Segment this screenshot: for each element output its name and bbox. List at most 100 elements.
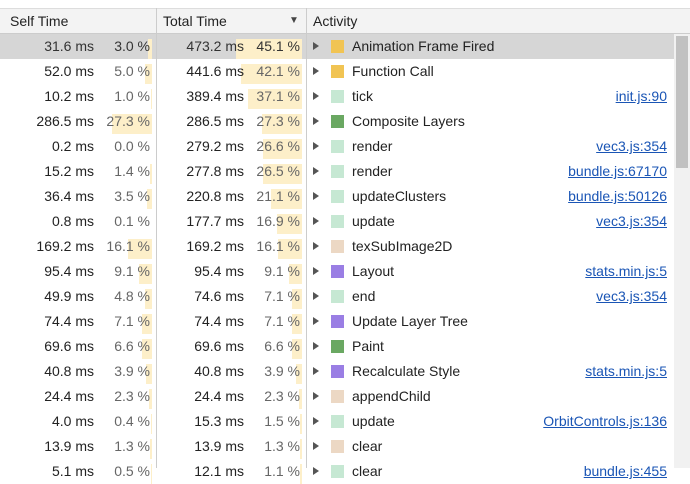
- self-time-value: 4.0 ms: [51, 413, 94, 429]
- activity-name: render: [352, 163, 393, 179]
- source-link[interactable]: OrbitControls.js:136: [543, 409, 667, 434]
- activity-name: Function Call: [352, 63, 434, 79]
- total-time-value: 220.8 ms: [186, 188, 244, 204]
- column-divider-self-total[interactable]: [156, 8, 157, 468]
- self-time-percent: 16.1 %: [106, 238, 150, 254]
- self-time-value: 74.4 ms: [44, 313, 94, 329]
- table-row[interactable]: 0.8 ms 0.1 % 177.7 ms 16.9 % update vec3.js:3…: [0, 209, 690, 234]
- activity-name: updateClusters: [352, 188, 447, 204]
- activity-name: clear: [352, 463, 383, 479]
- expand-arrow-icon[interactable]: [313, 117, 319, 125]
- table-row[interactable]: 10.2 ms 1.0 % 389.4 ms 37.1 % tick init.js:90: [0, 84, 690, 109]
- activity-name: render: [352, 138, 393, 154]
- self-time-value: 5.1 ms: [51, 463, 94, 479]
- total-time-value: 24.4 ms: [194, 388, 244, 404]
- source-link[interactable]: stats.min.js:5: [585, 359, 667, 384]
- table-row[interactable]: 36.4 ms 3.5 % 220.8 ms 21.1 % updateClusters…: [0, 184, 690, 209]
- expand-arrow-icon[interactable]: [313, 317, 319, 325]
- self-time-percent: 0.0 %: [114, 138, 150, 154]
- activity-name: Paint: [352, 338, 384, 354]
- category-color-swatch: [331, 390, 344, 403]
- expand-arrow-icon[interactable]: [313, 392, 319, 400]
- total-time-percent: 16.9 %: [256, 213, 300, 229]
- sort-descending-icon[interactable]: ▼: [289, 9, 299, 33]
- self-time-bar: [150, 164, 152, 184]
- expand-arrow-icon[interactable]: [313, 192, 319, 200]
- total-time-percent: 6.6 %: [264, 338, 300, 354]
- expand-arrow-icon[interactable]: [313, 42, 319, 50]
- table-row[interactable]: 13.9 ms 1.3 % 13.9 ms 1.3 % clear: [0, 434, 690, 459]
- expand-arrow-icon[interactable]: [313, 467, 319, 475]
- category-color-swatch: [331, 415, 344, 428]
- self-time-percent: 1.0 %: [114, 88, 150, 104]
- table-row[interactable]: 52.0 ms 5.0 % 441.6 ms 42.1 % Function Call: [0, 59, 690, 84]
- table-row[interactable]: 31.6 ms 3.0 % 473.2 ms 45.1 % Animation Fram…: [0, 34, 690, 59]
- self-time-column-header[interactable]: Self Time: [10, 9, 68, 33]
- expand-arrow-icon[interactable]: [313, 367, 319, 375]
- source-link[interactable]: vec3.js:354: [596, 209, 667, 234]
- panel-top-strip: [0, 0, 690, 8]
- source-link[interactable]: bundle.js:455: [584, 459, 667, 484]
- expand-arrow-icon[interactable]: [313, 242, 319, 250]
- expand-arrow-icon[interactable]: [313, 267, 319, 275]
- total-time-bar: [300, 414, 302, 434]
- self-time-percent: 9.1 %: [114, 263, 150, 279]
- activity-name: end: [352, 288, 376, 304]
- activity-name: Animation Frame Fired: [352, 38, 495, 54]
- expand-arrow-icon[interactable]: [313, 292, 319, 300]
- table-row[interactable]: 69.6 ms 6.6 % 69.6 ms 6.6 % Paint: [0, 334, 690, 359]
- expand-arrow-icon[interactable]: [313, 442, 319, 450]
- total-time-percent: 9.1 %: [264, 263, 300, 279]
- table-row[interactable]: 95.4 ms 9.1 % 95.4 ms 9.1 % Layout stats.min.…: [0, 259, 690, 284]
- table-row[interactable]: 169.2 ms 16.1 % 169.2 ms 16.1 % texSubImage2…: [0, 234, 690, 259]
- self-time-bar: [151, 89, 152, 109]
- source-link[interactable]: vec3.js:354: [596, 284, 667, 309]
- total-time-value: 95.4 ms: [194, 263, 244, 279]
- self-time-value: 24.4 ms: [44, 388, 94, 404]
- self-time-percent: 6.6 %: [114, 338, 150, 354]
- table-row[interactable]: 24.4 ms 2.3 % 24.4 ms 2.3 % appendChild: [0, 384, 690, 409]
- self-time-value: 0.8 ms: [51, 213, 94, 229]
- table-row[interactable]: 5.1 ms 0.5 % 12.1 ms 1.1 % clear bundle.js:45…: [0, 459, 690, 484]
- category-color-swatch: [331, 240, 344, 253]
- category-color-swatch: [331, 340, 344, 353]
- table-row[interactable]: 286.5 ms 27.3 % 286.5 ms 27.3 % Composite La…: [0, 109, 690, 134]
- scrollbar-thumb[interactable]: [676, 36, 688, 168]
- expand-arrow-icon[interactable]: [313, 217, 319, 225]
- expand-arrow-icon[interactable]: [313, 142, 319, 150]
- expand-arrow-icon[interactable]: [313, 167, 319, 175]
- category-color-swatch: [331, 115, 344, 128]
- category-color-swatch: [331, 165, 344, 178]
- self-time-percent: 0.5 %: [114, 463, 150, 479]
- source-link[interactable]: bundle.js:67170: [568, 159, 667, 184]
- source-link[interactable]: vec3.js:354: [596, 134, 667, 159]
- activity-column-header[interactable]: Activity: [313, 9, 357, 33]
- table-row[interactable]: 4.0 ms 0.4 % 15.3 ms 1.5 % update OrbitContro…: [0, 409, 690, 434]
- source-link[interactable]: stats.min.js:5: [585, 259, 667, 284]
- total-time-percent: 3.9 %: [264, 363, 300, 379]
- self-time-value: 286.5 ms: [36, 113, 94, 129]
- activity-name: Recalculate Style: [352, 363, 461, 379]
- total-time-value: 74.4 ms: [194, 313, 244, 329]
- source-link[interactable]: init.js:90: [616, 84, 667, 109]
- self-time-value: 169.2 ms: [36, 238, 94, 254]
- self-time-percent: 3.5 %: [114, 188, 150, 204]
- expand-arrow-icon[interactable]: [313, 67, 319, 75]
- table-row[interactable]: 15.2 ms 1.4 % 277.8 ms 26.5 % render bundle.j…: [0, 159, 690, 184]
- expand-arrow-icon[interactable]: [313, 92, 319, 100]
- table-row[interactable]: 40.8 ms 3.9 % 40.8 ms 3.9 % Recalculate Styl…: [0, 359, 690, 384]
- source-link[interactable]: bundle.js:50126: [568, 184, 667, 209]
- table-row[interactable]: 49.9 ms 4.8 % 74.6 ms 7.1 % end vec3.js:354: [0, 284, 690, 309]
- column-divider-total-activity[interactable]: [306, 8, 307, 468]
- total-time-bar: [300, 439, 302, 459]
- table-row[interactable]: 74.4 ms 7.1 % 74.4 ms 7.1 % Update Layer Tre…: [0, 309, 690, 334]
- expand-arrow-icon[interactable]: [313, 342, 319, 350]
- total-time-column-header[interactable]: Total Time: [163, 9, 227, 33]
- self-time-value: 95.4 ms: [44, 263, 94, 279]
- expand-arrow-icon[interactable]: [313, 417, 319, 425]
- total-time-bar: [300, 464, 302, 484]
- category-color-swatch: [331, 65, 344, 78]
- category-color-swatch: [331, 440, 344, 453]
- table-row[interactable]: 0.2 ms 0.0 % 279.2 ms 26.6 % render vec3.js:3…: [0, 134, 690, 159]
- total-time-value: 69.6 ms: [194, 338, 244, 354]
